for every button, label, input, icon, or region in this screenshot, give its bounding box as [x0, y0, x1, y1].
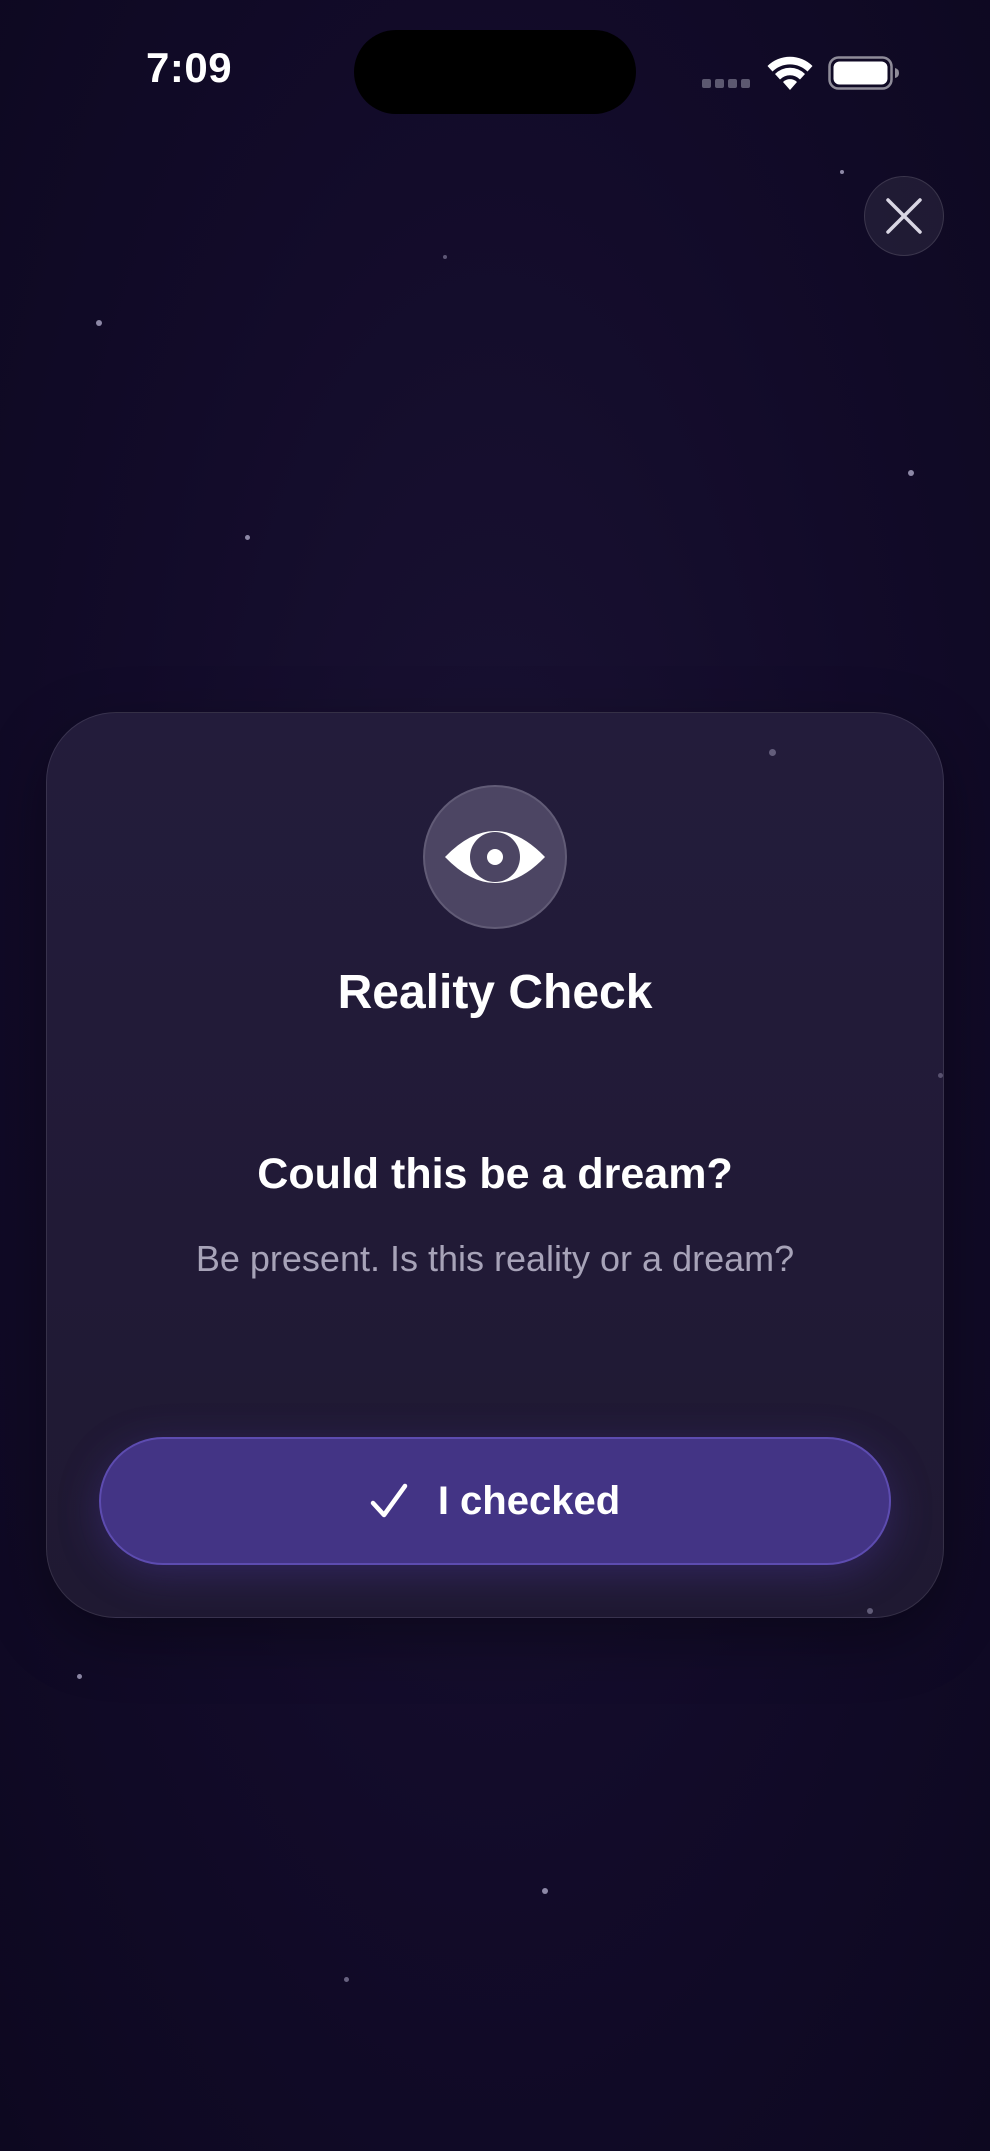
- reality-check-card: Reality Check Could this be a dream? Be …: [46, 712, 944, 1618]
- star-decoration: [77, 1674, 82, 1679]
- star-decoration: [938, 1073, 943, 1078]
- card-title: Reality Check: [337, 966, 653, 1019]
- cellular-signal-icon: [702, 79, 750, 88]
- star-decoration: [542, 1888, 548, 1894]
- question-text: Could this be a dream?: [257, 1150, 733, 1198]
- battery-icon: [828, 56, 899, 90]
- i-checked-label: I checked: [437, 1478, 621, 1523]
- star-decoration: [908, 470, 914, 476]
- star-decoration: [840, 170, 844, 174]
- checkmark-icon: [370, 1483, 408, 1518]
- close-icon: [886, 198, 922, 234]
- eye-icon: [445, 831, 545, 883]
- eye-badge: [423, 785, 567, 929]
- close-button[interactable]: [864, 176, 944, 256]
- star-decoration: [344, 1977, 349, 1982]
- wifi-icon: [767, 56, 813, 90]
- star-decoration: [96, 320, 102, 326]
- status-time: 7:09: [146, 44, 233, 91]
- star-decoration: [245, 535, 250, 540]
- dynamic-island: [354, 30, 636, 114]
- star-decoration: [867, 1608, 873, 1614]
- reality-check-screen: 7:09 Reality Check Could this be a dream…: [0, 0, 990, 2151]
- star-decoration: [443, 255, 447, 259]
- i-checked-button[interactable]: I checked: [99, 1437, 891, 1565]
- star-decoration: [769, 749, 776, 756]
- subtitle-text: Be present. Is this reality or a dream?: [195, 1238, 795, 1279]
